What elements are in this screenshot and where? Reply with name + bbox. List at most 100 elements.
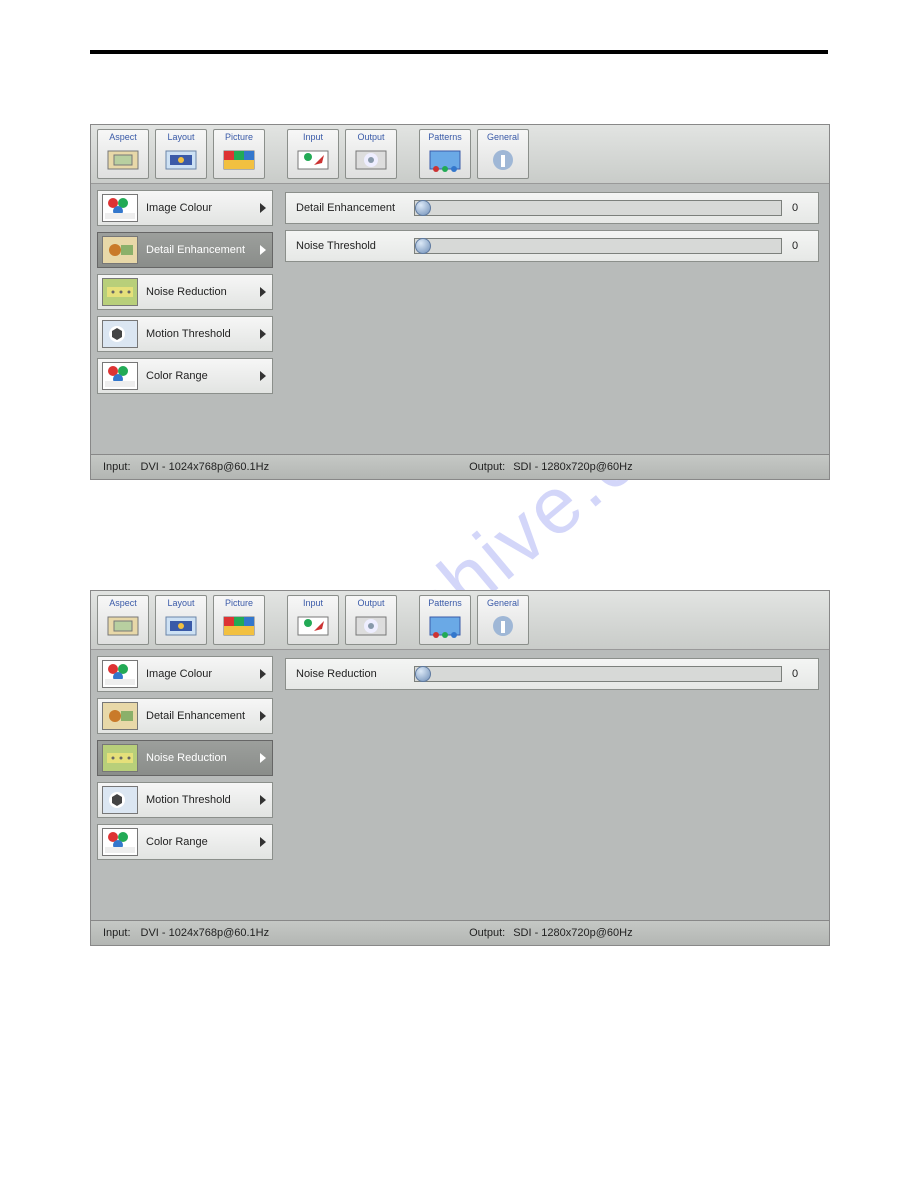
status-output-value: SDI - 1280x720p@60Hz (513, 461, 632, 473)
input-icon (294, 611, 332, 641)
toolbar-layout-button[interactable]: Layout (155, 595, 207, 645)
slider-track[interactable] (414, 200, 782, 216)
sidebar-item-detail-enhancement[interactable]: Detail Enhancement (97, 232, 273, 268)
slider-noise-threshold: Noise Threshold 0 (285, 230, 819, 262)
toolbar: Aspect Layout Picture Input Output Patterns Ge… (91, 591, 829, 650)
slider-label: Noise Reduction (286, 668, 414, 680)
noise-reduction-icon (102, 744, 138, 772)
sidebar-item-motion-threshold[interactable]: Motion Threshold (97, 782, 273, 818)
motion-threshold-icon (102, 786, 138, 814)
toolbar: Aspect Layout Picture Input Output Patterns Ge… (91, 125, 829, 184)
toolbar-output-button[interactable]: Output (345, 129, 397, 179)
toolbar-general-button[interactable]: General (477, 595, 529, 645)
sidebar-item-color-range[interactable]: Color Range (97, 358, 273, 394)
toolbar-input-button[interactable]: Input (287, 595, 339, 645)
status-output-label: Output: (469, 927, 505, 939)
patterns-icon (426, 611, 464, 641)
toolbar-aspect-button[interactable]: Aspect (97, 595, 149, 645)
chevron-right-icon (260, 669, 266, 679)
status-input-value: DVI - 1024x768p@60.1Hz (141, 461, 270, 473)
toolbar-label: Layout (167, 598, 194, 609)
image-colour-icon (102, 660, 138, 688)
slider-label: Noise Threshold (286, 240, 414, 252)
toolbar-general-button[interactable]: General (477, 129, 529, 179)
status-output-value: SDI - 1280x720p@60Hz (513, 927, 632, 939)
content-pane: Detail Enhancement 0 Noise Threshold 0 (279, 184, 829, 454)
slider-detail-enhancement: Detail Enhancement 0 (285, 192, 819, 224)
app-window: Aspect Layout Picture Input Output Patterns Ge… (90, 124, 830, 480)
slider-knob[interactable] (415, 666, 431, 682)
sidebar-item-motion-threshold[interactable]: Motion Threshold (97, 316, 273, 352)
chevron-right-icon (260, 329, 266, 339)
sidebar-item-detail-enhancement[interactable]: Detail Enhancement (97, 698, 273, 734)
detail-enhancement-icon (102, 236, 138, 264)
sidebar-item-noise-reduction[interactable]: Noise Reduction (97, 740, 273, 776)
chevron-right-icon (260, 371, 266, 381)
status-input-label: Input: (103, 927, 131, 939)
slider-value: 0 (792, 668, 818, 680)
chevron-right-icon (260, 753, 266, 763)
image-colour-icon (102, 194, 138, 222)
chevron-right-icon (260, 837, 266, 847)
statusbar: Input: DVI - 1024x768p@60.1Hz Output: SDI -… (91, 920, 829, 945)
picture-icon (220, 611, 258, 641)
toolbar-label: Aspect (109, 598, 137, 609)
aspect-icon (104, 145, 142, 175)
toolbar-label: Picture (225, 598, 253, 609)
toolbar-aspect-button[interactable]: Aspect (97, 129, 149, 179)
slider-value: 0 (792, 240, 818, 252)
content-pane: Noise Reduction 0 (279, 650, 829, 920)
status-input-value: DVI - 1024x768p@60.1Hz (141, 927, 270, 939)
general-icon (484, 145, 522, 175)
sidebar-item-image-colour[interactable]: Image Colour (97, 656, 273, 692)
slider-knob[interactable] (415, 238, 431, 254)
chevron-right-icon (260, 245, 266, 255)
toolbar-patterns-button[interactable]: Patterns (419, 595, 471, 645)
sidebar-item-label: Detail Enhancement (146, 710, 245, 722)
toolbar-label: Picture (225, 132, 253, 143)
layout-icon (162, 611, 200, 641)
sidebar-item-noise-reduction[interactable]: Noise Reduction (97, 274, 273, 310)
sidebar-item-label: Color Range (146, 836, 208, 848)
toolbar-label: Patterns (428, 132, 462, 143)
slider-track[interactable] (414, 666, 782, 682)
noise-reduction-icon (102, 278, 138, 306)
color-range-icon (102, 362, 138, 390)
panel-body: Image Colour Detail Enhancement Noise Redu… (91, 184, 829, 454)
toolbar-picture-button[interactable]: Picture (213, 129, 265, 179)
toolbar-label: Input (303, 132, 323, 143)
toolbar-layout-button[interactable]: Layout (155, 129, 207, 179)
toolbar-label: Input (303, 598, 323, 609)
page-rule (90, 50, 828, 54)
panel-body: Image Colour Detail Enhancement Noise Redu… (91, 650, 829, 920)
sidebar-item-label: Image Colour (146, 202, 212, 214)
sidebar-item-color-range[interactable]: Color Range (97, 824, 273, 860)
color-range-icon (102, 828, 138, 856)
toolbar-label: Aspect (109, 132, 137, 143)
toolbar-label: General (487, 598, 519, 609)
toolbar-label: Output (357, 132, 384, 143)
status-output-label: Output: (469, 461, 505, 473)
slider-track[interactable] (414, 238, 782, 254)
input-icon (294, 145, 332, 175)
output-icon (352, 145, 390, 175)
slider-knob[interactable] (415, 200, 431, 216)
slider-value: 0 (792, 202, 818, 214)
patterns-icon (426, 145, 464, 175)
general-icon (484, 611, 522, 641)
sidebar: Image Colour Detail Enhancement Noise Redu… (91, 184, 279, 454)
sidebar-item-label: Motion Threshold (146, 328, 231, 340)
picture-icon (220, 145, 258, 175)
sidebar-item-label: Detail Enhancement (146, 244, 245, 256)
toolbar-input-button[interactable]: Input (287, 129, 339, 179)
app-window: Aspect Layout Picture Input Output Patterns Ge… (90, 590, 830, 946)
slider-label: Detail Enhancement (286, 202, 414, 214)
chevron-right-icon (260, 795, 266, 805)
toolbar-picture-button[interactable]: Picture (213, 595, 265, 645)
toolbar-label: Output (357, 598, 384, 609)
status-input-label: Input: (103, 461, 131, 473)
sidebar-item-image-colour[interactable]: Image Colour (97, 190, 273, 226)
sidebar-item-label: Motion Threshold (146, 794, 231, 806)
toolbar-patterns-button[interactable]: Patterns (419, 129, 471, 179)
toolbar-output-button[interactable]: Output (345, 595, 397, 645)
